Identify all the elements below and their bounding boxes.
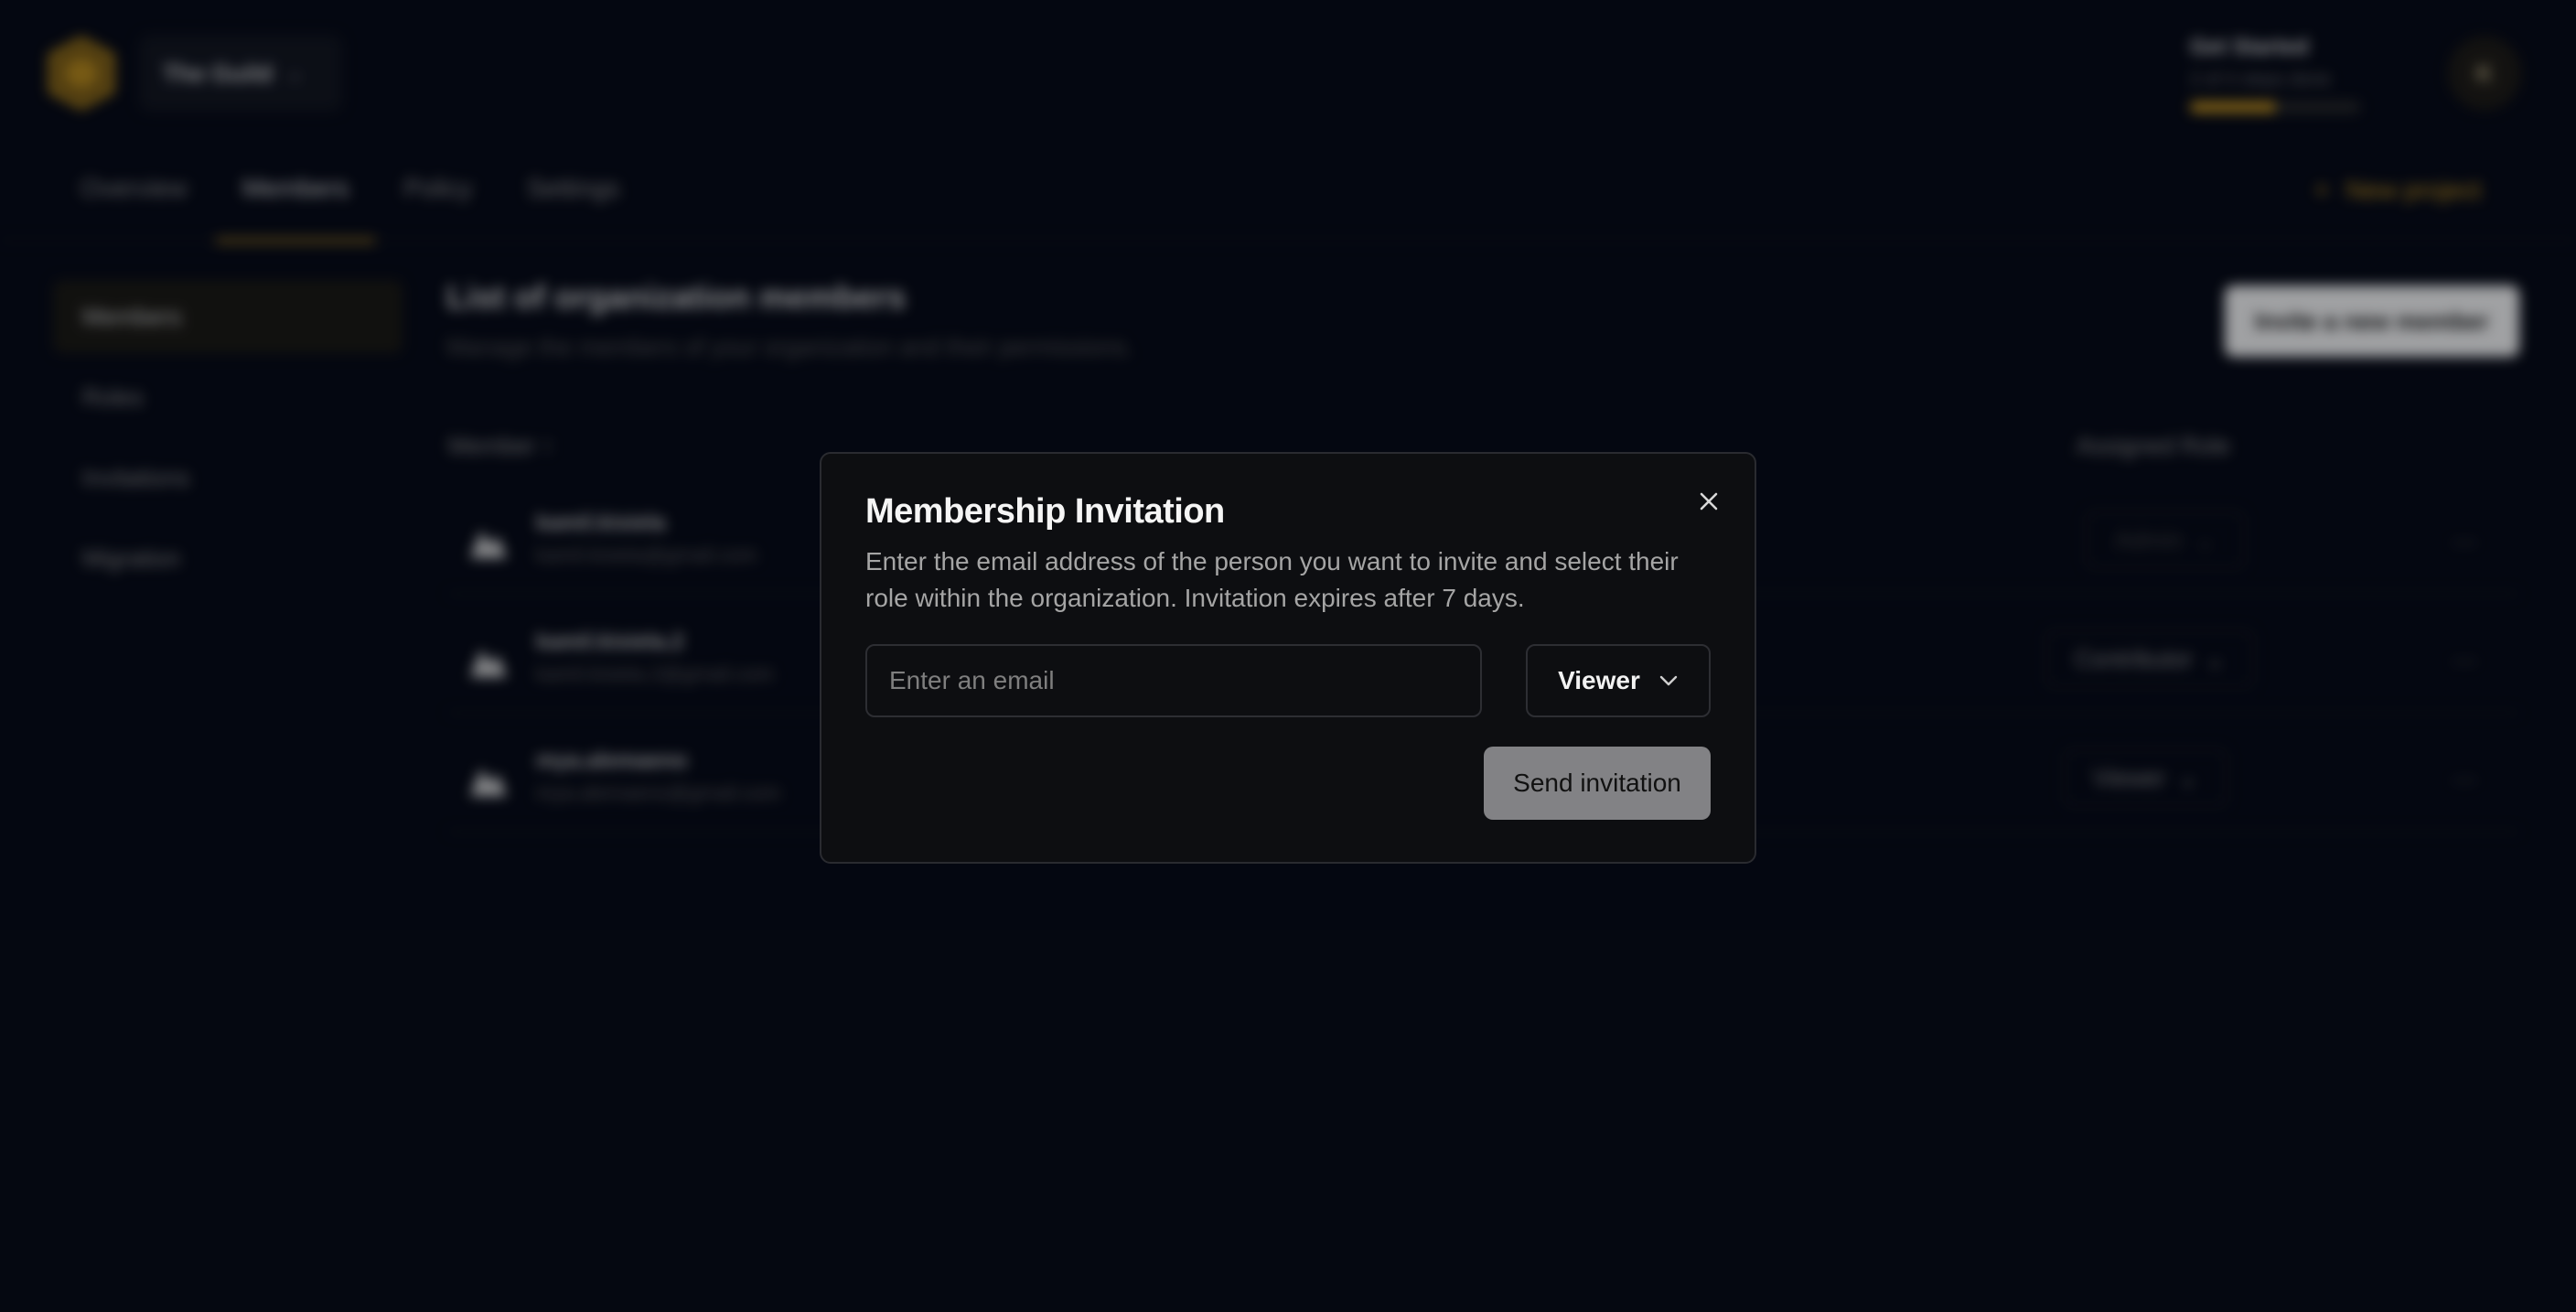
send-invitation-button[interactable]: Send invitation [1484, 747, 1711, 820]
chevron-down-icon [1659, 675, 1678, 686]
membership-invitation-dialog: Membership Invitation Enter the email ad… [820, 452, 1756, 864]
close-icon [1700, 492, 1718, 511]
dialog-description: Enter the email address of the person yo… [865, 547, 1679, 612]
role-select-value: Viewer [1558, 666, 1640, 694]
dialog-title: Membership Invitation [865, 492, 1225, 531]
role-select[interactable]: Viewer [1526, 644, 1711, 717]
email-input[interactable] [865, 644, 1482, 717]
close-button[interactable] [1692, 485, 1725, 518]
send-invitation-label: Send invitation [1513, 769, 1681, 797]
